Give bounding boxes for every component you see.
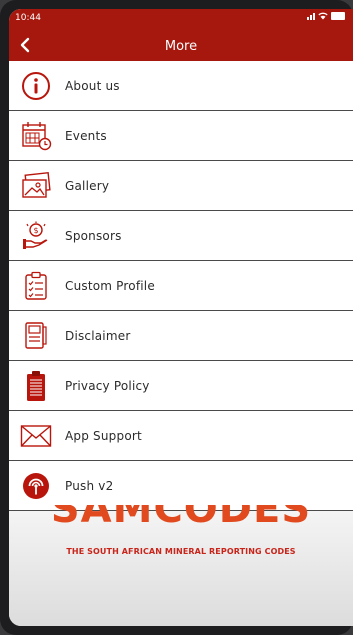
status-time: 10:44 bbox=[15, 13, 41, 23]
document-icon bbox=[19, 319, 53, 353]
menu-item-push-v2[interactable]: Push v2 bbox=[9, 461, 353, 511]
svg-text:$: $ bbox=[33, 226, 38, 235]
more-menu: About us Events Gallery $ Sponsors Custo… bbox=[9, 61, 353, 511]
samcodes-logo: SAMCODES bbox=[9, 505, 353, 533]
page-title: More bbox=[164, 39, 198, 54]
gallery-icon bbox=[19, 169, 53, 203]
menu-item-label: Events bbox=[65, 128, 107, 143]
menu-item-events[interactable]: Events bbox=[9, 111, 353, 161]
logo-text-sam: SAM bbox=[50, 505, 154, 532]
menu-item-sponsors[interactable]: $ Sponsors bbox=[9, 211, 353, 261]
privacy-clipboard-icon bbox=[19, 369, 53, 403]
battery-icon bbox=[331, 12, 345, 20]
menu-item-label: Gallery bbox=[65, 178, 110, 193]
menu-item-label: Privacy Policy bbox=[65, 378, 150, 393]
menu-item-app-support[interactable]: App Support bbox=[9, 411, 353, 461]
tagline: THE SOUTH AFRICAN MINERAL REPORTING CODE… bbox=[66, 547, 296, 556]
menu-item-privacy-policy[interactable]: Privacy Policy bbox=[9, 361, 353, 411]
menu-item-gallery[interactable]: Gallery bbox=[9, 161, 353, 211]
push-broadcast-icon bbox=[19, 469, 53, 503]
menu-item-label: App Support bbox=[65, 428, 142, 443]
menu-item-label: Sponsors bbox=[65, 228, 122, 243]
menu-item-label: About us bbox=[65, 78, 120, 93]
menu-item-label: Disclaimer bbox=[65, 328, 131, 343]
clipboard-checklist-icon bbox=[19, 269, 53, 303]
phone-frame: 10:44 More About us Events Gallery $ Spo… bbox=[0, 0, 353, 635]
menu-item-label: Push v2 bbox=[65, 478, 114, 493]
wifi-icon bbox=[318, 12, 328, 20]
status-icons bbox=[307, 12, 345, 20]
info-icon bbox=[19, 69, 53, 103]
signal-icon bbox=[307, 12, 315, 20]
menu-item-disclaimer[interactable]: Disclaimer bbox=[9, 311, 353, 361]
menu-item-about-us[interactable]: About us bbox=[9, 61, 353, 111]
screen: 10:44 More About us Events Gallery $ Spo… bbox=[9, 9, 353, 626]
app-header: 10:44 More bbox=[9, 9, 353, 61]
sponsor-money-icon: $ bbox=[19, 219, 53, 253]
menu-item-label: Custom Profile bbox=[65, 278, 155, 293]
logo-text-codes: CODES bbox=[153, 505, 312, 532]
envelope-icon bbox=[19, 419, 53, 453]
calendar-clock-icon bbox=[19, 119, 53, 153]
menu-item-custom-profile[interactable]: Custom Profile bbox=[9, 261, 353, 311]
background-branding: SAMCODES THE SOUTH AFRICAN MINERAL REPOR… bbox=[9, 505, 353, 626]
